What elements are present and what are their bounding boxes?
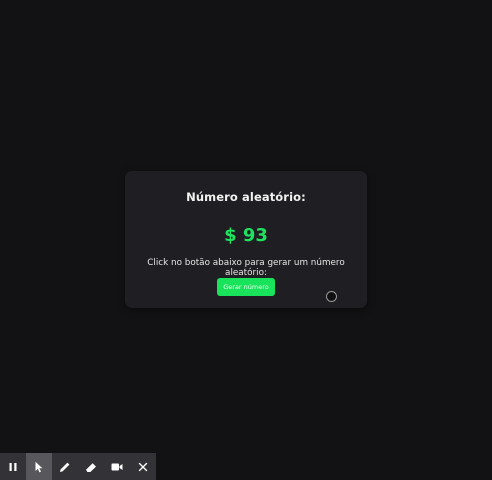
cursor-indicator-icon	[326, 291, 337, 302]
close-toolbar-button[interactable]	[130, 453, 156, 480]
video-camera-button[interactable]	[104, 453, 130, 480]
random-number-card: Número aleatório: $ 93 Click no botão ab…	[125, 171, 367, 308]
pointer-tool-button[interactable]	[26, 453, 52, 480]
annotation-toolbar	[0, 453, 156, 480]
card-title: Número aleatório:	[186, 190, 306, 204]
pointer-icon	[35, 461, 43, 472]
pause-button[interactable]	[0, 453, 26, 480]
pencil-icon	[60, 462, 70, 472]
pencil-tool-button[interactable]	[52, 453, 78, 480]
eraser-icon	[86, 462, 96, 472]
random-number-value: $ 93	[224, 225, 268, 246]
eraser-tool-button[interactable]	[78, 453, 104, 480]
generate-number-button[interactable]: Gerar número	[217, 278, 275, 296]
video-camera-icon	[111, 463, 123, 470]
pause-icon	[9, 462, 17, 471]
card-description: Click no botão abaixo para gerar um núme…	[147, 258, 345, 278]
close-icon	[138, 462, 148, 471]
page: Número aleatório: $ 93 Click no botão ab…	[0, 0, 492, 480]
